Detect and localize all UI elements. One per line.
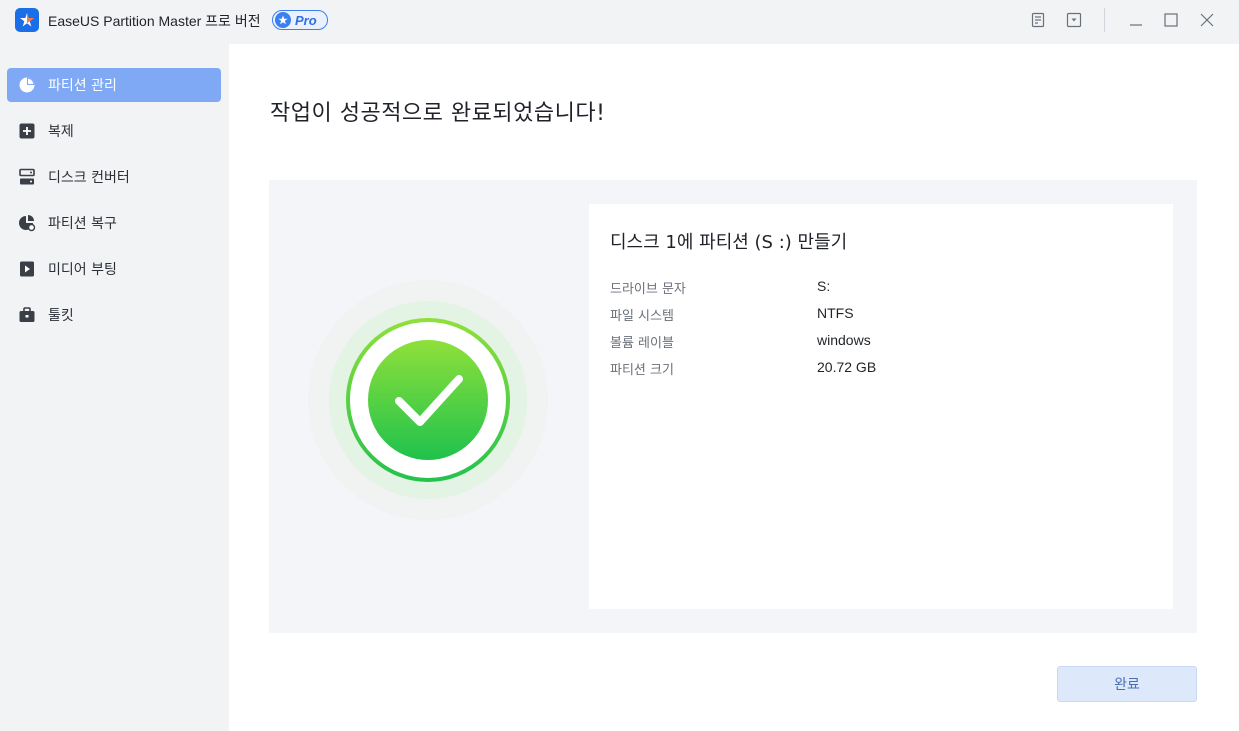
partition-recovery-icon xyxy=(17,213,37,233)
sidebar-item-label: 복제 xyxy=(48,124,74,140)
sidebar-item-clone[interactable]: 복제 xyxy=(7,114,221,148)
close-icon[interactable] xyxy=(1197,10,1217,30)
detail-value: S: xyxy=(817,278,831,294)
clone-icon xyxy=(17,121,37,141)
sidebar-item-label: 파티션 관리 xyxy=(48,78,117,94)
sidebar-item-toolkit[interactable]: 툴킷 xyxy=(7,298,221,332)
toolkit-icon xyxy=(17,305,37,325)
detail-row: 파티션 크기 20.72 GB xyxy=(610,359,1150,379)
detail-key: 볼륨 레이블 xyxy=(610,336,674,351)
star-icon xyxy=(275,12,291,28)
sidebar-item-disk-converter[interactable]: 디스크 컨버터 xyxy=(7,160,221,194)
detail-row: 볼륨 레이블 windows xyxy=(610,332,1150,352)
main-panel: 작업이 성공적으로 완료되었습니다! 디스크 1에 파티션 (S:) 만들기 … xyxy=(229,44,1239,731)
done-button[interactable]: 완료 xyxy=(1057,666,1197,702)
page-title: 작업이 성공적으로 완료되었습니다! xyxy=(270,101,606,126)
operation-details-card: 디스크 1에 파티션 (S :) 만들기 드라이브 문자 S: 파일 시스템 N… xyxy=(589,204,1173,609)
pro-badge[interactable]: Pro xyxy=(272,10,328,30)
detail-key: 파티션 크기 xyxy=(610,363,674,378)
sidebar-item-label: 미디어 부팅 xyxy=(48,262,117,278)
pie-chart-icon xyxy=(17,75,37,95)
dropdown-menu-icon[interactable] xyxy=(1064,10,1084,30)
detail-value: NTFS xyxy=(817,305,854,321)
detail-key: 드라이브 문자 xyxy=(610,282,686,297)
detail-value: 20.72 GB xyxy=(817,359,877,375)
sidebar-item-label: 파티션 복구 xyxy=(48,216,117,232)
titlebar-divider xyxy=(1104,8,1105,32)
success-check-icon xyxy=(307,279,549,521)
sidebar-item-partition-manager[interactable]: 파티션 관리 xyxy=(7,68,221,102)
sidebar: 파티션 관리 복제 디스크 컨버터 파티션 복구 미디어 부팅 툴킷 xyxy=(0,42,229,731)
sidebar-item-label: 툴킷 xyxy=(48,308,74,324)
title-bar: EaseUS Partition Master 프로 버전 Pro xyxy=(0,0,1239,42)
detail-row: 드라이브 문자 S: xyxy=(610,278,1150,298)
detail-row: 파일 시스템 NTFS xyxy=(610,305,1150,325)
pro-label: Pro xyxy=(295,12,317,28)
sidebar-item-media-boot[interactable]: 미디어 부팅 xyxy=(7,252,221,286)
detail-value: windows xyxy=(817,332,871,348)
app-title: EaseUS Partition Master 프로 버전 xyxy=(48,13,261,29)
minimize-icon[interactable] xyxy=(1126,10,1146,30)
media-boot-icon xyxy=(17,259,37,279)
sidebar-item-label: 디스크 컨버터 xyxy=(48,170,130,186)
sidebar-item-partition-recovery[interactable]: 파티션 복구 xyxy=(7,206,221,240)
maximize-icon[interactable] xyxy=(1161,10,1181,30)
card-title: 디스크 1에 파티션 (S :) 만들기 xyxy=(610,232,848,253)
feedback-icon[interactable] xyxy=(1028,10,1048,30)
app-logo-icon xyxy=(15,8,39,32)
result-box: 디스크 1에 파티션 (S :) 만들기 드라이브 문자 S: 파일 시스템 N… xyxy=(269,180,1197,633)
detail-key: 파일 시스템 xyxy=(610,309,674,324)
disk-converter-icon xyxy=(17,167,37,187)
